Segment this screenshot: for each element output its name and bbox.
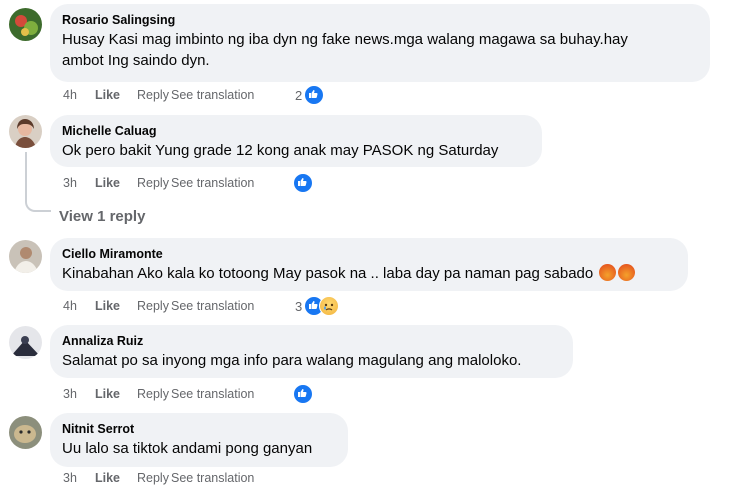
reply-button[interactable]: Reply [137, 88, 171, 102]
comment-timestamp[interactable]: 3h [63, 471, 95, 485]
comment-bubble: Ciello Miramonte Kinabahan Ako kala ko t… [50, 238, 688, 291]
comment-author[interactable]: Annaliza Ruiz [62, 333, 561, 349]
like-button[interactable]: Like [95, 471, 137, 485]
see-translation-button[interactable]: See translation [171, 299, 254, 313]
thread-line [25, 152, 51, 212]
comment-timestamp[interactable]: 4h [63, 299, 95, 313]
comment-bubble: Nitnit Serrot Uu lalo sa tiktok andami p… [50, 413, 348, 467]
see-translation-button[interactable]: See translation [171, 88, 254, 102]
comment-actions: 3h Like Reply See translation [63, 173, 254, 193]
like-button[interactable]: Like [95, 387, 137, 401]
comment-author[interactable]: Ciello Miramonte [62, 246, 676, 262]
comment-author[interactable]: Rosario Salingsing [62, 12, 698, 28]
like-button[interactable]: Like [95, 88, 137, 102]
avatar[interactable] [9, 326, 42, 359]
comment-actions: 4h Like Reply See translation [63, 85, 254, 105]
comment-text: Kinabahan Ako kala ko totoong May pasok … [62, 263, 676, 284]
reply-button[interactable]: Reply [137, 299, 171, 313]
like-button[interactable]: Like [95, 299, 137, 313]
comment-bubble: Michelle Caluag Ok pero bakit Yung grade… [50, 115, 542, 167]
reaction-summary[interactable] [293, 173, 313, 193]
comment-bubble: Rosario Salingsing Husay Kasi mag imbint… [50, 4, 710, 82]
angry-emoji-icon [599, 264, 617, 281]
comment-text: Ok pero bakit Yung grade 12 kong anak ma… [62, 142, 499, 159]
like-button[interactable]: Like [95, 176, 137, 190]
reaction-count: 3 [295, 298, 303, 314]
like-icon [293, 173, 313, 193]
comment-actions: 4h Like Reply See translation [63, 296, 254, 316]
comment-author[interactable]: Michelle Caluag [62, 123, 530, 139]
angry-emoji-icon [618, 264, 636, 281]
comment-bubble: Annaliza Ruiz Salamat po sa inyong mga i… [50, 325, 573, 378]
avatar[interactable] [9, 240, 42, 273]
reaction-count: 2 [295, 87, 303, 103]
comment-actions: 3h Like Reply See translation [63, 384, 254, 404]
reaction-summary[interactable]: 3 [295, 296, 340, 316]
reply-button[interactable]: Reply [137, 176, 171, 190]
comment-text: Salamat po sa inyong mga info para walan… [62, 352, 522, 369]
reply-button[interactable]: Reply [137, 387, 171, 401]
see-translation-button[interactable]: See translation [171, 176, 254, 190]
avatar[interactable] [9, 115, 42, 148]
comment-timestamp[interactable]: 3h [63, 176, 95, 190]
comment-text: Uu lalo sa tiktok andami pong ganyan [62, 440, 313, 457]
comment-timestamp[interactable]: 3h [63, 387, 95, 401]
see-translation-button[interactable]: See translation [171, 387, 254, 401]
see-translation-button[interactable]: See translation [171, 471, 254, 485]
sad-icon [319, 296, 340, 316]
reaction-summary[interactable]: 2 [295, 85, 325, 105]
comment-timestamp[interactable]: 4h [63, 88, 95, 102]
comment-actions: 3h Like Reply See translation [63, 468, 254, 488]
reaction-summary[interactable] [293, 384, 313, 404]
avatar[interactable] [9, 8, 42, 41]
reply-button[interactable]: Reply [137, 471, 171, 485]
avatar[interactable] [9, 416, 42, 449]
view-replies-link[interactable]: View 1 reply [59, 208, 145, 225]
comment-author[interactable]: Nitnit Serrot [62, 421, 336, 437]
comment-text-content: Kinabahan Ako kala ko totoong May pasok … [62, 265, 594, 282]
like-icon [293, 384, 313, 404]
like-icon [304, 85, 325, 105]
comment-text: Husay Kasi mag imbinto ng iba dyn ng fak… [62, 31, 628, 69]
